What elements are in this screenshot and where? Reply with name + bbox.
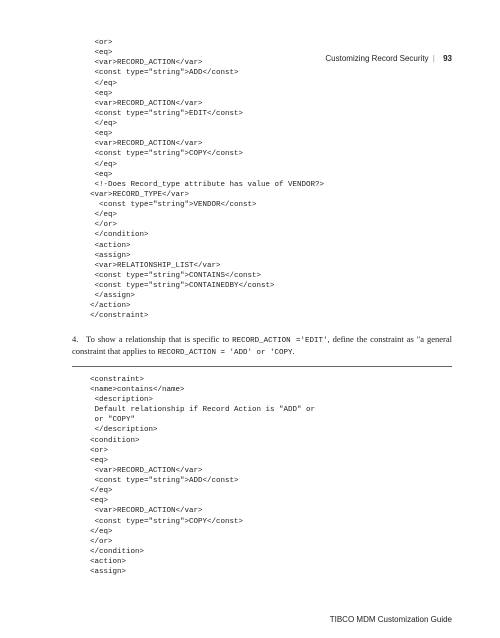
step-number: 4. [72,334,86,345]
divider-line [72,366,452,367]
header-divider: | [433,54,435,63]
step-text-c: . [292,346,294,356]
page-header: Customizing Record Security | 93 [325,54,452,63]
step-text-a: To show a relationship that is specific … [86,334,232,344]
code-block-2: <constraint> <name>contains</name> <desc… [90,375,452,578]
step-4: 4.To show a relationship that is specifi… [72,334,452,358]
step-code-b: RECORD_ACTION = 'ADD' or 'COPY [157,349,292,357]
page-footer: TIBCO MDM Customization Guide [330,615,452,624]
step-code-a: RECORD_ACTION ='EDIT' [232,337,327,345]
section-title: Customizing Record Security [325,54,428,63]
page-number: 93 [443,54,452,63]
code-block-1: <or> <eq> <var>RECORD_ACTION</var> <cons… [90,38,452,322]
